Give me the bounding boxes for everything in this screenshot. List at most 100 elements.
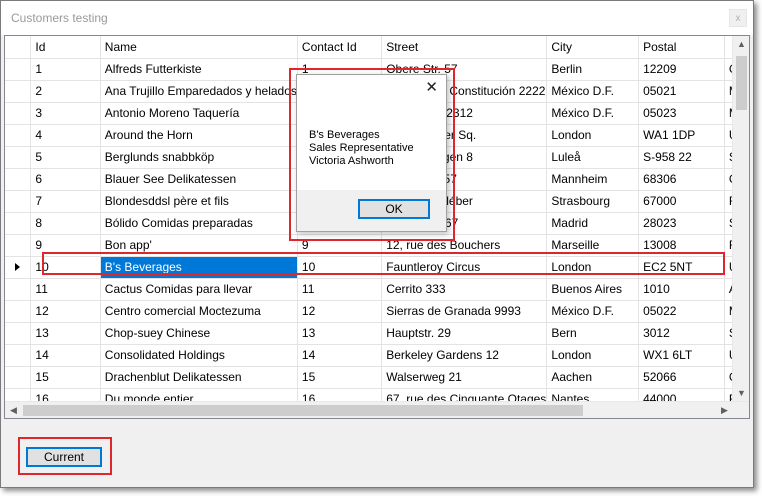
cell-name[interactable]: Bon app' xyxy=(100,234,298,257)
cell-id[interactable]: 9 xyxy=(30,234,101,257)
cell-street[interactable]: Cerrito 333 xyxy=(381,278,548,301)
cell-id[interactable]: 11 xyxy=(30,278,101,301)
column-header-street[interactable]: Street xyxy=(381,36,548,59)
cell-contact-id[interactable]: 11 xyxy=(297,278,383,301)
row-selector[interactable] xyxy=(5,58,32,81)
table-row[interactable]: 15 Drachenblut Delikatessen 15 Walserweg 21… xyxy=(5,366,749,389)
cell-id[interactable]: 8 xyxy=(30,212,101,235)
cell-postal[interactable]: 13008 xyxy=(638,234,725,257)
cell-street[interactable]: Berkeley Gardens 12 xyxy=(381,344,548,367)
cell-city[interactable]: London xyxy=(546,256,640,279)
dialog-close-icon[interactable]: ✕ xyxy=(425,80,438,96)
window-close-button[interactable]: x xyxy=(729,9,747,27)
column-header-name[interactable]: Name xyxy=(100,36,298,59)
cell-postal[interactable]: 05023 xyxy=(638,102,725,125)
scroll-down-icon[interactable]: ▼ xyxy=(733,385,749,402)
cell-city[interactable]: Madrid xyxy=(546,212,640,235)
cell-street[interactable]: Sierras de Granada 9993 xyxy=(381,300,548,323)
cell-id[interactable]: 1 xyxy=(30,58,101,81)
cell-street[interactable]: 12, rue des Bouchers xyxy=(381,234,548,257)
cell-postal[interactable]: 3012 xyxy=(638,322,725,345)
cell-contact-id[interactable]: 10 xyxy=(297,256,383,279)
cell-id[interactable]: 14 xyxy=(30,344,101,367)
cell-postal[interactable]: WA1 1DP xyxy=(638,124,725,147)
cell-street[interactable]: Hauptstr. 29 xyxy=(381,322,548,345)
row-selector[interactable] xyxy=(5,146,32,169)
table-row[interactable]: 11 Cactus Comidas para llevar 11 Cerrito 33… xyxy=(5,278,749,301)
row-selector-header[interactable] xyxy=(5,36,32,59)
scroll-left-icon[interactable]: ◀ xyxy=(5,402,22,418)
cell-city[interactable]: London xyxy=(546,124,640,147)
cell-street[interactable]: Fauntleroy Circus xyxy=(381,256,548,279)
table-row[interactable]: 12 Centro comercial Moctezuma 12 Sierras de… xyxy=(5,300,749,323)
cell-contact-id[interactable]: 13 xyxy=(297,322,383,345)
row-selector[interactable] xyxy=(5,278,32,301)
cell-name[interactable]: Blondesddsl père et fils xyxy=(100,190,298,213)
cell-city[interactable]: Mannheim xyxy=(546,168,640,191)
cell-street[interactable]: Walserweg 21 xyxy=(381,366,548,389)
row-selector[interactable] xyxy=(5,322,32,345)
cell-id[interactable]: 2 xyxy=(30,80,101,103)
cell-postal[interactable]: 68306 xyxy=(638,168,725,191)
scroll-up-icon[interactable]: ▲ xyxy=(733,36,749,53)
cell-city[interactable]: Marseille xyxy=(546,234,640,257)
cell-name[interactable]: Chop-suey Chinese xyxy=(100,322,298,345)
cell-name[interactable]: Ana Trujillo Emparedados y helados xyxy=(100,80,298,103)
cell-city[interactable]: Luleå xyxy=(546,146,640,169)
table-row[interactable]: 14 Consolidated Holdings 14 Berkeley Garden… xyxy=(5,344,749,367)
cell-id[interactable]: 13 xyxy=(30,322,101,345)
scroll-right-icon[interactable]: ▶ xyxy=(716,402,733,418)
row-selector[interactable] xyxy=(5,344,32,367)
cell-id[interactable]: 10 xyxy=(30,256,101,279)
cell-city[interactable]: Bern xyxy=(546,322,640,345)
cell-id[interactable]: 5 xyxy=(30,146,101,169)
column-header-id[interactable]: Id xyxy=(30,36,101,59)
table-row[interactable]: 9 Bon app' 9 12, rue des Bouchers Marseille 1… xyxy=(5,234,749,257)
cell-name[interactable]: Cactus Comidas para llevar xyxy=(100,278,298,301)
dialog-ok-button[interactable]: OK xyxy=(358,199,430,219)
cell-postal[interactable]: 52066 xyxy=(638,366,725,389)
cell-contact-id[interactable]: 14 xyxy=(297,344,383,367)
vertical-scrollbar[interactable]: ▲ ▼ xyxy=(732,36,749,402)
cell-id[interactable]: 4 xyxy=(30,124,101,147)
cell-name[interactable]: Berglunds snabbköp xyxy=(100,146,298,169)
cell-name[interactable]: Drachenblut Delikatessen xyxy=(100,366,298,389)
cell-contact-id[interactable]: 12 xyxy=(297,300,383,323)
row-selector[interactable] xyxy=(5,234,32,257)
horizontal-scroll-thumb[interactable] xyxy=(23,405,583,416)
row-selector[interactable] xyxy=(5,80,32,103)
cell-postal[interactable]: EC2 5NT xyxy=(638,256,725,279)
horizontal-scrollbar[interactable]: ◀ ▶ xyxy=(5,401,749,418)
row-selector[interactable] xyxy=(5,102,32,125)
cell-postal[interactable]: 12209 xyxy=(638,58,725,81)
cell-name[interactable]: B's Beverages xyxy=(100,256,298,279)
cell-name[interactable]: Around the Horn xyxy=(100,124,298,147)
row-selector[interactable] xyxy=(5,124,32,147)
cell-city[interactable]: México D.F. xyxy=(546,80,640,103)
cell-name[interactable]: Alfreds Futterkiste xyxy=(100,58,298,81)
row-selector[interactable] xyxy=(5,190,32,213)
column-header-contact-id[interactable]: Contact Id xyxy=(297,36,383,59)
vertical-scroll-thumb[interactable] xyxy=(736,56,747,110)
cell-postal[interactable]: 28023 xyxy=(638,212,725,235)
cell-postal[interactable]: WX1 6LT xyxy=(638,344,725,367)
cell-contact-id[interactable]: 15 xyxy=(297,366,383,389)
cell-postal[interactable]: 1010 xyxy=(638,278,725,301)
cell-postal[interactable]: 67000 xyxy=(638,190,725,213)
column-header-postal[interactable]: Postal xyxy=(638,36,725,59)
cell-city[interactable]: Berlin xyxy=(546,58,640,81)
cell-name[interactable]: Consolidated Holdings xyxy=(100,344,298,367)
cell-id[interactable]: 6 xyxy=(30,168,101,191)
cell-city[interactable]: Aachen xyxy=(546,366,640,389)
row-selector[interactable] xyxy=(5,300,32,323)
cell-postal[interactable]: 05021 xyxy=(638,80,725,103)
column-header-city[interactable]: City xyxy=(546,36,640,59)
row-selector[interactable] xyxy=(5,212,32,235)
cell-name[interactable]: Centro comercial Moctezuma xyxy=(100,300,298,323)
cell-postal[interactable]: S-958 22 xyxy=(638,146,725,169)
table-row[interactable]: 13 Chop-suey Chinese 13 Hauptstr. 29 Bern 301… xyxy=(5,322,749,345)
cell-name[interactable]: Antonio Moreno Taquería xyxy=(100,102,298,125)
current-button[interactable]: Current xyxy=(26,447,102,467)
cell-city[interactable]: Strasbourg xyxy=(546,190,640,213)
cell-city[interactable]: London xyxy=(546,344,640,367)
